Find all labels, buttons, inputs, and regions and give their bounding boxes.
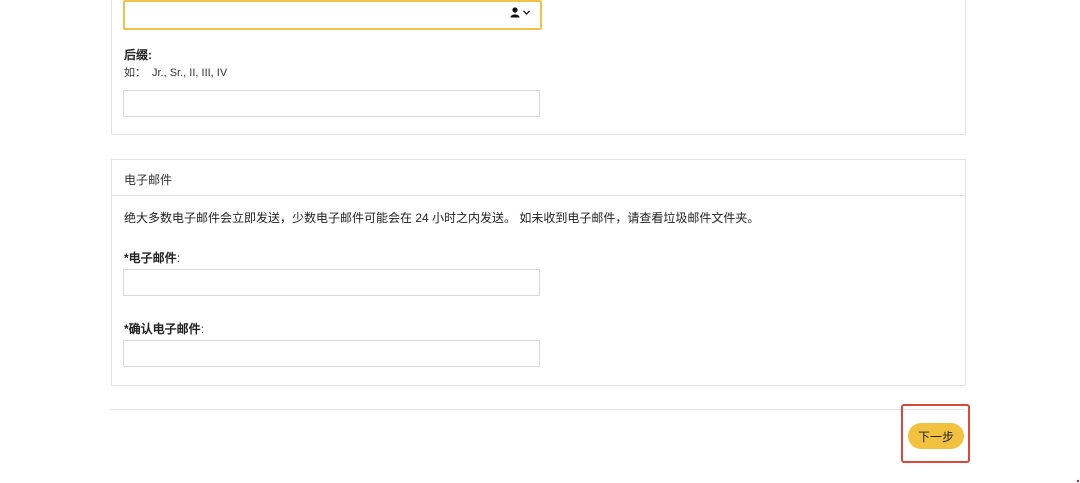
select-icons bbox=[510, 7, 530, 18]
email-delivery-note: 绝大多数电子邮件会立即发送，少数电子邮件可能会在 24 小时之内发送。 如未收到… bbox=[124, 211, 760, 225]
page: 后缀: 如： Jr., Sr., II, III, IV 电子邮件 绝大多数电子邮… bbox=[0, 0, 1080, 483]
suffix-label: 后缀: bbox=[124, 48, 152, 62]
suffix-input[interactable] bbox=[123, 90, 540, 117]
confirm-email-field-label: *确认电子邮件: bbox=[124, 320, 204, 337]
edge-mark bbox=[1077, 480, 1079, 482]
email-field-label: *电子邮件: bbox=[124, 249, 180, 266]
name-panel: 后缀: 如： Jr., Sr., II, III, IV bbox=[111, 0, 966, 135]
confirm-label-text: 确认电子邮件 bbox=[128, 322, 201, 336]
email-panel: 电子邮件 绝大多数电子邮件会立即发送，少数电子邮件可能会在 24 小时之内发送。… bbox=[111, 159, 966, 386]
footer-divider bbox=[111, 409, 966, 410]
next-button[interactable]: 下一步 bbox=[908, 423, 964, 449]
email-section-header: 电子邮件 bbox=[112, 160, 965, 196]
confirm-email-field[interactable] bbox=[123, 340, 540, 367]
person-icon bbox=[510, 7, 520, 18]
email-label-colon: : bbox=[176, 251, 181, 265]
suffix-hint: 如： Jr., Sr., II, III, IV bbox=[124, 64, 227, 80]
chevron-down-icon bbox=[523, 10, 530, 15]
name-select[interactable] bbox=[123, 0, 542, 30]
suffix-hint-examples: Jr., Sr., II, III, IV bbox=[152, 67, 228, 79]
email-label-text: 电子邮件 bbox=[128, 251, 177, 265]
confirm-label-colon: : bbox=[200, 322, 205, 336]
email-field[interactable] bbox=[123, 269, 540, 296]
suffix-hint-prefix: 如： bbox=[124, 67, 146, 79]
